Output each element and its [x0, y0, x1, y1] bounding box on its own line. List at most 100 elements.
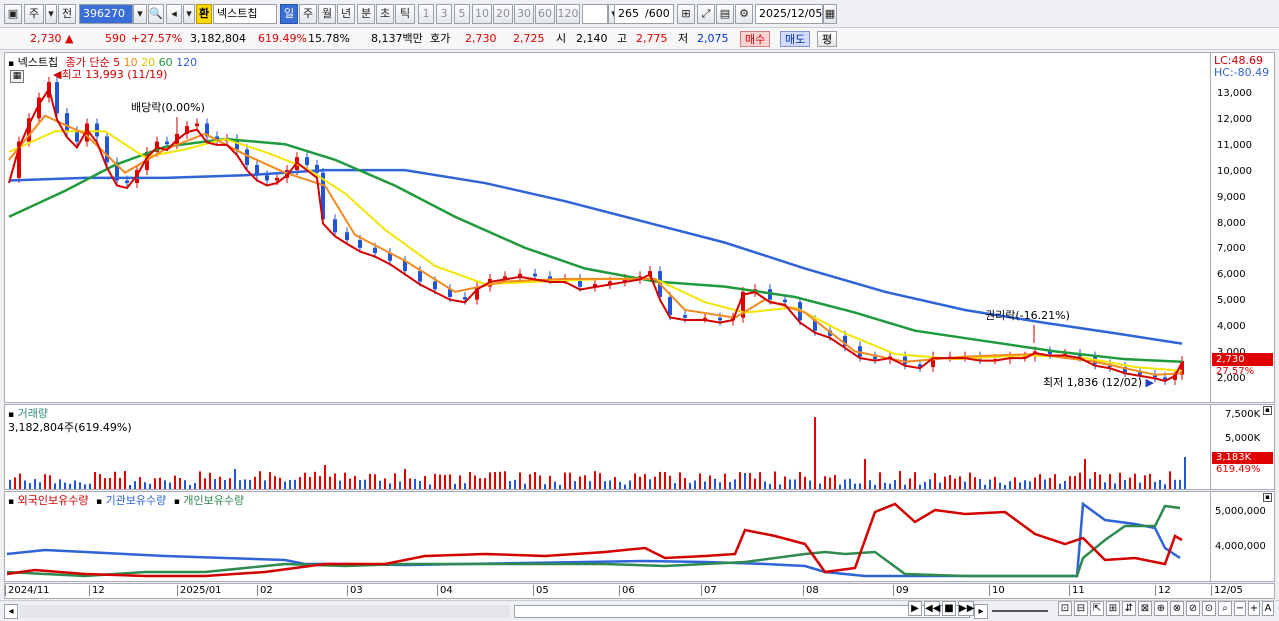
play-icon[interactable]: ▶ — [908, 601, 922, 616]
volume-bar — [984, 484, 986, 489]
code-dropdown-icon[interactable]: ▾ — [133, 4, 147, 24]
interval-30[interactable]: 30 — [514, 4, 534, 24]
chevron-down-icon[interactable]: ▾ — [45, 4, 57, 24]
volume-bar — [274, 476, 276, 489]
gear-icon[interactable]: ⚙ — [735, 4, 753, 24]
low-price: 2,075 — [697, 32, 729, 45]
volume-bar — [1099, 474, 1101, 489]
volume-chart[interactable] — [5, 405, 1210, 489]
tool-icon[interactable]: ⊟ — [1074, 601, 1088, 616]
period-year[interactable]: 년 — [337, 4, 355, 24]
scroll-thumb[interactable] — [514, 605, 970, 618]
volume-bar — [639, 476, 641, 489]
legend-individual: 개인보유수량 — [183, 494, 245, 507]
crosshair-icon[interactable]: ⤢ — [697, 4, 715, 24]
volume-bar — [419, 480, 421, 489]
volume-panel[interactable]: ▪ 거래량 3,182,804주(619.49%) — [4, 404, 1211, 490]
fit-icon[interactable]: ⇱ — [1090, 601, 1104, 616]
search-icon[interactable]: ⌕ — [1218, 601, 1232, 616]
volume-bar — [439, 474, 441, 489]
tool-icon[interactable]: ⇵ — [1122, 601, 1136, 616]
zoom-in-icon[interactable]: + — [1248, 601, 1260, 616]
forward-icon[interactable]: ▶▶ — [958, 601, 974, 616]
period-tick[interactable]: 틱 — [395, 4, 415, 24]
volume-bar — [339, 480, 341, 489]
panel-close-icon[interactable]: ▪ — [1263, 406, 1272, 415]
tool-icon[interactable]: ⊞ — [1106, 601, 1120, 616]
interval-60[interactable]: 60 — [535, 4, 555, 24]
stock-name-field[interactable]: 넥스트칩 — [213, 4, 277, 24]
volume-bar — [169, 482, 171, 489]
jeon-button[interactable]: 전 — [58, 4, 76, 24]
period-week[interactable]: 주 — [299, 4, 317, 24]
calendar-icon[interactable]: ▦ — [823, 4, 837, 24]
window-icon[interactable]: ▣ — [4, 4, 22, 24]
tool-icon[interactable]: ⊙ — [1202, 601, 1216, 616]
tool-icon[interactable]: ⊘ — [1186, 601, 1200, 616]
ju-button[interactable]: 주 — [24, 4, 44, 24]
interval-5[interactable]: 5 — [454, 4, 470, 24]
interval-3[interactable]: 3 — [436, 4, 452, 24]
interval-input[interactable] — [582, 4, 608, 24]
buy-button[interactable]: 매수 — [740, 31, 771, 47]
price-panel[interactable]: ▪ 넥스트칩 종가 단순 5 10 20 60 120 ▦ ◀최고 13,993… — [4, 52, 1211, 403]
candle-body — [95, 123, 99, 137]
candle-body — [783, 299, 787, 303]
interval-10[interactable]: 10 — [472, 4, 492, 24]
bar-count-input[interactable]: 265 — [614, 4, 642, 24]
volume-value: 3,182,804 — [190, 32, 246, 45]
hwan-badge[interactable]: 환 — [196, 4, 212, 24]
period-second[interactable]: 초 — [376, 4, 394, 24]
volume-bar — [319, 476, 321, 489]
tool-icon[interactable]: ⊗ — [1170, 601, 1184, 616]
candle-icon[interactable]: ⊞ — [677, 4, 695, 24]
candle-body — [683, 315, 687, 318]
volume-bar — [729, 482, 731, 489]
chevron-down-icon[interactable]: ▾ — [183, 4, 195, 24]
stop-icon[interactable]: ■ — [942, 601, 956, 616]
period-month[interactable]: 월 — [318, 4, 336, 24]
zoom-out-icon[interactable]: − — [1234, 601, 1246, 616]
volume-bar — [1009, 481, 1011, 489]
price-tick: 9,000 — [1217, 191, 1246, 203]
volume-bar — [134, 481, 136, 489]
period-minute[interactable]: 분 — [357, 4, 375, 24]
font-size-icon[interactable]: A — [1262, 601, 1274, 616]
stock-code-input[interactable]: 396270 — [79, 4, 133, 24]
volume-bar — [1059, 483, 1061, 489]
volume-bar — [379, 480, 381, 489]
volume-bar — [849, 478, 851, 489]
sell-button[interactable]: 매도 — [780, 31, 811, 47]
zoom-slider[interactable] — [992, 610, 1048, 612]
interval-1[interactable]: 1 — [418, 4, 434, 24]
date-input[interactable]: 2025/12/05 — [755, 4, 823, 24]
rewind-icon[interactable]: ◀◀ — [924, 601, 940, 616]
volume-bar — [1014, 477, 1016, 489]
holdings-panel[interactable]: ▪ 외국인보유수량 ▪ 기관보유수량 ▪ 개인보유수량 — [4, 491, 1211, 582]
grid-toggle-icon[interactable]: ▦ — [10, 70, 24, 83]
scroll-right-icon[interactable]: ▸ — [974, 604, 988, 619]
volume-bar — [874, 484, 876, 489]
volume-bar — [549, 475, 551, 489]
tool-icon[interactable]: ⊕ — [1154, 601, 1168, 616]
price-axis: LC:48.69 HC:-80.49 13,000 12,000 11,000 10,… — [1211, 52, 1275, 403]
interval-120[interactable]: 120 — [556, 4, 580, 24]
speaker-icon[interactable]: ◂ — [166, 4, 182, 24]
panel-close-icon[interactable]: ▪ — [1263, 493, 1272, 502]
avg-button[interactable]: 평 — [817, 31, 838, 47]
volume-bar — [1129, 477, 1131, 489]
scroll-left-icon[interactable]: ◂ — [4, 604, 18, 619]
interval-20[interactable]: 20 — [493, 4, 513, 24]
volume-bar — [239, 480, 241, 489]
tool-icon[interactable]: ⊠ — [1138, 601, 1152, 616]
volume-bar — [1174, 479, 1176, 489]
scroll-track[interactable] — [20, 605, 510, 618]
save-icon[interactable]: ▤ — [716, 4, 734, 24]
tool-icon[interactable]: ⊡ — [1058, 601, 1072, 616]
period-day[interactable]: 일 — [280, 4, 298, 24]
volume-bar — [214, 479, 216, 489]
volume-bar — [864, 459, 866, 489]
volume-bar — [1124, 480, 1126, 489]
volume-bar — [829, 477, 831, 489]
search-icon[interactable]: 🔍 — [148, 4, 164, 24]
